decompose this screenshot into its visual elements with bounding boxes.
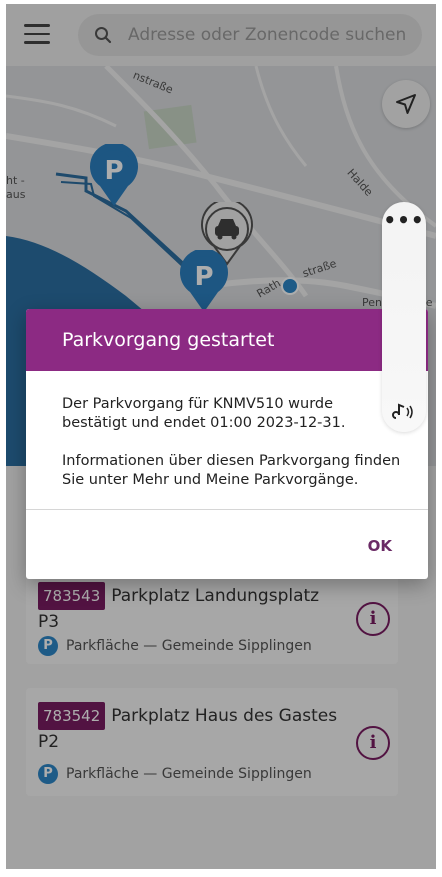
more-options-icon[interactable]: ••• xyxy=(382,208,426,232)
dialog-header: Parkvorgang gestartet xyxy=(26,309,428,371)
app-screen: P P nstraße Halde Rath straße Pen ege ht… xyxy=(6,4,436,869)
dialog-message: Informationen über diesen Parkvorgang fi… xyxy=(62,453,401,488)
dialog-title: Parkvorgang gestartet xyxy=(62,329,275,351)
ok-button[interactable]: OK xyxy=(368,537,392,555)
audio-icon[interactable] xyxy=(390,400,418,424)
volume-panel[interactable]: ••• xyxy=(382,202,426,432)
parking-started-dialog: Parkvorgang gestartet Der Parkvorgang fü… xyxy=(26,309,428,579)
dialog-divider xyxy=(26,509,428,510)
dialog-message: Der Parkvorgang für KNMV510 wurde bestät… xyxy=(62,396,346,431)
dialog-body: Der Parkvorgang für KNMV510 wurde bestät… xyxy=(26,371,402,490)
